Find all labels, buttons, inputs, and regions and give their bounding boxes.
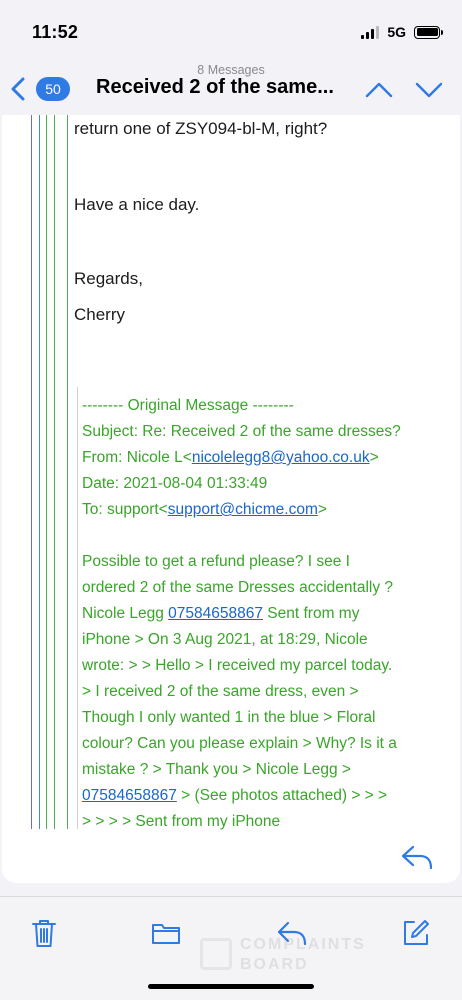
thread-title: Received 2 of the same... — [96, 76, 334, 98]
status-bar: 11:52 5G — [0, 0, 462, 62]
nav-bar: 8 Messages 50 Received 2 of the same... — [0, 62, 462, 114]
network-type: 5G — [387, 24, 406, 40]
reply-icon[interactable] — [400, 843, 434, 871]
quoted-body-line: Though I only wanted 1 in the blue > Flo… — [82, 709, 376, 726]
battery-icon — [414, 25, 443, 39]
status-indicators: 5G — [361, 24, 443, 40]
message-text-line: return one of ZSY094-bl-M, right? — [74, 119, 328, 138]
folder-icon[interactable] — [150, 917, 182, 949]
message-text-line: Regards, — [74, 269, 143, 288]
message-text-line: Have a nice day. — [74, 195, 200, 214]
message-count: 8 Messages — [197, 63, 265, 77]
quote-bar — [67, 115, 68, 829]
message-text-line: Cherry — [74, 305, 126, 324]
original-from: From: Nicole L<nicolelegg8@yahoo.co.uk> — [82, 449, 379, 466]
back-chevron-icon[interactable] — [8, 76, 30, 102]
original-message-quote: -------- Original Message -------- Subje… — [82, 393, 442, 835]
signal-icon — [361, 25, 380, 39]
quote-bar — [31, 115, 32, 829]
original-subject: Subject: Re: Received 2 of the same dres… — [82, 423, 401, 440]
from-email-link[interactable]: nicolelegg8@yahoo.co.uk — [192, 449, 370, 466]
quoted-body-line: 07584658867 > (See photos attached) > > … — [82, 787, 388, 804]
back-count-badge[interactable]: 50 — [36, 77, 70, 101]
home-indicator[interactable] — [148, 984, 314, 989]
quoted-body-line: ordered 2 of the same Dresses accidental… — [82, 579, 394, 596]
quoted-body-line: Nicole Legg 07584658867 Sent from my — [82, 605, 360, 622]
original-message-header: -------- Original Message -------- — [82, 397, 294, 414]
previous-message-icon[interactable] — [364, 80, 394, 100]
quoted-body-line: iPhone > On 3 Aug 2021, at 18:29, Nicole — [82, 631, 368, 648]
quoted-body-line: wrote: > > Hello > I received my parcel … — [82, 657, 393, 674]
watermark-logo: COMPLAINTS BOARD — [200, 936, 400, 976]
next-message-icon[interactable] — [414, 80, 444, 100]
quoted-body-line: mistake ? > Thank you > Nicole Legg > — [82, 761, 351, 778]
quote-bar — [54, 115, 55, 829]
quote-bar — [46, 115, 47, 829]
quoted-body-line: Possible to get a refund please? I see I — [82, 553, 350, 570]
quoted-body-line: > > > > Sent from my iPhone — [82, 813, 281, 830]
quoted-body-line: > I received 2 of the same dress, even > — [82, 683, 359, 700]
compose-icon[interactable] — [400, 917, 432, 949]
status-time: 11:52 — [32, 22, 79, 42]
trash-icon[interactable] — [28, 917, 60, 949]
phone-link[interactable]: 07584658867 — [168, 605, 263, 622]
quoted-body-line: colour? Can you please explain > Why? Is… — [82, 735, 397, 752]
message-card: return one of ZSY094-bl-M, right? Have a… — [2, 115, 460, 883]
phone-link[interactable]: 07584658867 — [82, 787, 177, 804]
original-date: Date: 2021-08-04 01:33:49 — [82, 475, 268, 492]
to-email-link[interactable]: support@chicme.com — [168, 501, 318, 518]
original-to: To: support<support@chicme.com> — [82, 501, 327, 518]
quote-bar — [77, 387, 78, 829]
quote-bar — [39, 115, 40, 829]
